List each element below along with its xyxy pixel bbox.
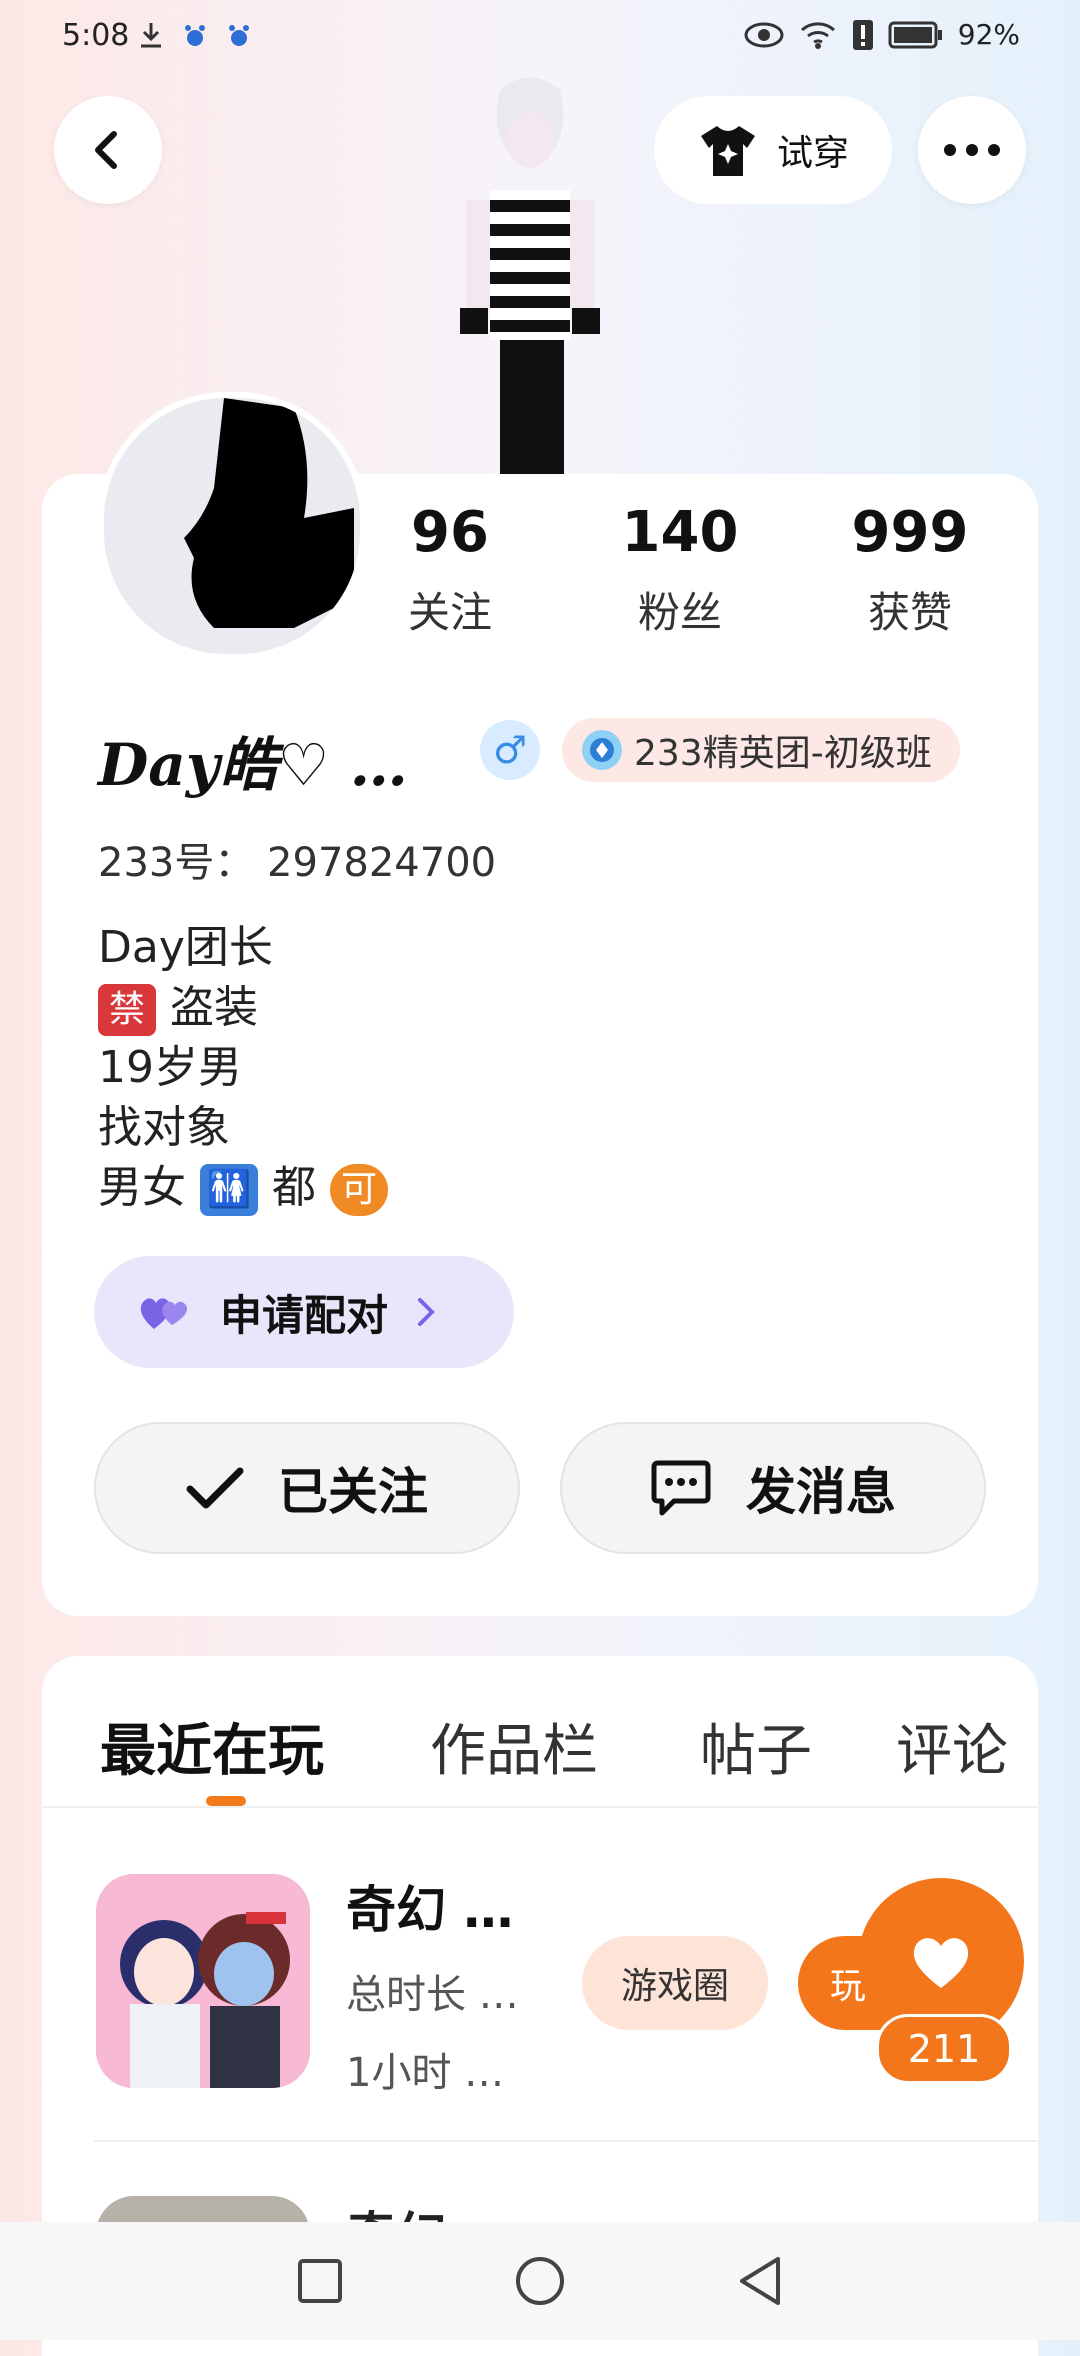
tab-posts[interactable]: 帖子 — [700, 1706, 812, 1787]
try-on-button[interactable]: 试穿 — [654, 96, 892, 204]
gender-symbol: ♂ — [492, 728, 528, 772]
likes-count: 999 — [851, 500, 969, 565]
battery-percent: 92% — [957, 18, 1020, 51]
following-button-label: 已关注 — [278, 1463, 428, 1521]
back-arrow-icon — [95, 131, 117, 169]
heart-icon — [913, 1938, 969, 1988]
followers-stat[interactable]: 140 粉丝 — [570, 500, 790, 640]
team-badge[interactable]: 233精英团-初级班 — [562, 718, 960, 782]
bio-line-3: 19岁男 — [98, 1042, 242, 1093]
like-count: 211 — [876, 2014, 1012, 2084]
more-dots-icon — [944, 144, 1000, 156]
game-total-time-label: 总时长 … — [346, 1972, 519, 2018]
game-cover-image — [96, 1874, 310, 2088]
try-on-label: 试穿 — [776, 133, 849, 174]
game-title[interactable]: 奇幻 … — [346, 1870, 513, 1942]
check-icon — [186, 1467, 244, 1509]
prohibited-icon: 禁 — [98, 984, 156, 1036]
row-divider — [94, 2140, 1038, 2142]
avatar[interactable] — [98, 392, 366, 660]
alert-icon — [852, 19, 873, 50]
bio: Day团长 禁 盗装 19岁男 找对象 男女 🚻 都 可 — [98, 918, 388, 1218]
status-bar: 5:08 92% — [0, 0, 1080, 80]
tab-recently-played[interactable]: 最近在玩 — [100, 1706, 324, 1787]
send-message-label: 发消息 — [746, 1463, 896, 1521]
request-match-label: 申请配对 — [220, 1290, 389, 1340]
bio-line-2: 禁 盗装 — [98, 978, 388, 1038]
tab-divider — [42, 1806, 1038, 1808]
battery-icon — [888, 21, 942, 48]
game-icon[interactable] — [96, 1874, 310, 2088]
following-label: 关注 — [407, 588, 492, 637]
bio-line-2-text: 盗装 — [170, 982, 258, 1033]
notification-icons — [136, 20, 254, 50]
send-message-button[interactable]: 发消息 — [560, 1422, 986, 1554]
avatar-character-image — [460, 77, 600, 480]
status-right: 92% — [744, 18, 1020, 51]
paw-icon — [185, 25, 205, 46]
bio-line-4: 找对象 — [98, 1102, 230, 1153]
hearts-icon — [140, 1298, 188, 1329]
tab-comments[interactable]: 评论 — [896, 1706, 1008, 1787]
download-icon — [141, 23, 161, 48]
bio-line-5-pre: 男女 — [98, 1162, 186, 1213]
back-button[interactable] — [54, 96, 162, 204]
following-count: 96 — [411, 500, 489, 565]
following-button[interactable]: 已关注 — [94, 1422, 520, 1554]
chevron-right-icon — [418, 1298, 435, 1326]
home-circle-icon[interactable] — [514, 2255, 566, 2307]
acceptable-icon: 可 — [330, 1164, 388, 1216]
back-triangle-icon[interactable] — [736, 2255, 784, 2307]
shirt-icon — [700, 126, 755, 176]
bio-line-1: Day团长 — [98, 922, 273, 973]
eye-icon — [744, 22, 784, 47]
avatar-silhouette-image — [184, 398, 354, 628]
bio-line-5: 男女 🚻 都 可 — [98, 1158, 388, 1218]
tab-works[interactable]: 作品栏 — [430, 1706, 598, 1787]
paw-icon — [229, 25, 249, 46]
username: Day皓♡ … — [98, 731, 408, 799]
active-tab-indicator — [206, 1796, 246, 1806]
game-circle-button[interactable]: 游戏圈 — [582, 1936, 768, 2030]
wifi-icon — [800, 21, 835, 49]
followers-label: 粉丝 — [637, 588, 722, 637]
user-id[interactable]: 233号： 297824700 — [98, 830, 496, 888]
restroom-icon: 🚻 — [200, 1164, 258, 1216]
recents-square-icon[interactable] — [296, 2257, 344, 2305]
game-total-time-value: 1小时 … — [346, 2050, 505, 2096]
chat-bubble-icon — [651, 1460, 711, 1516]
diamond-badge-icon — [582, 730, 622, 770]
likes-stat[interactable]: 999 获赞 — [800, 500, 1020, 640]
bio-line-5-mid: 都 — [272, 1162, 316, 1213]
more-button[interactable] — [918, 96, 1026, 204]
following-stat[interactable]: 96 关注 — [340, 500, 560, 640]
system-nav-bar — [0, 2222, 1080, 2340]
status-time: 5:08 — [62, 18, 130, 53]
game-circle-label: 游戏圈 — [620, 1966, 729, 2007]
team-badge-label: 233精英团-初级班 — [634, 733, 932, 774]
request-match-button[interactable]: 申请配对 — [94, 1256, 514, 1368]
gender-male-icon: ♂ — [480, 720, 540, 780]
likes-label: 获赞 — [867, 588, 952, 637]
followers-count: 140 — [621, 500, 739, 565]
